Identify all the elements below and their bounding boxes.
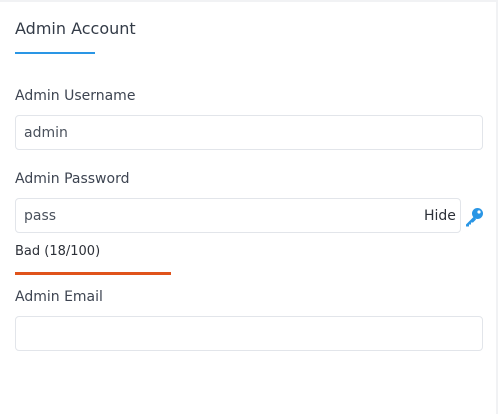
hide-password-toggle[interactable]: Hide bbox=[424, 208, 456, 224]
password-strength-bar bbox=[15, 272, 171, 275]
admin-password-label: Admin Password bbox=[15, 171, 130, 187]
admin-email-input[interactable] bbox=[15, 316, 483, 351]
admin-username-label: Admin Username bbox=[15, 88, 136, 104]
section-title: Admin Account bbox=[15, 19, 136, 38]
admin-password-input[interactable] bbox=[15, 198, 461, 233]
admin-account-panel: Admin Account Admin Username Admin Passw… bbox=[0, 0, 498, 414]
password-strength-label: Bad (18/100) bbox=[15, 244, 101, 259]
key-icon[interactable] bbox=[463, 206, 485, 228]
section-title-underline bbox=[15, 52, 95, 54]
admin-email-label: Admin Email bbox=[15, 289, 103, 305]
admin-username-input[interactable] bbox=[15, 115, 483, 150]
